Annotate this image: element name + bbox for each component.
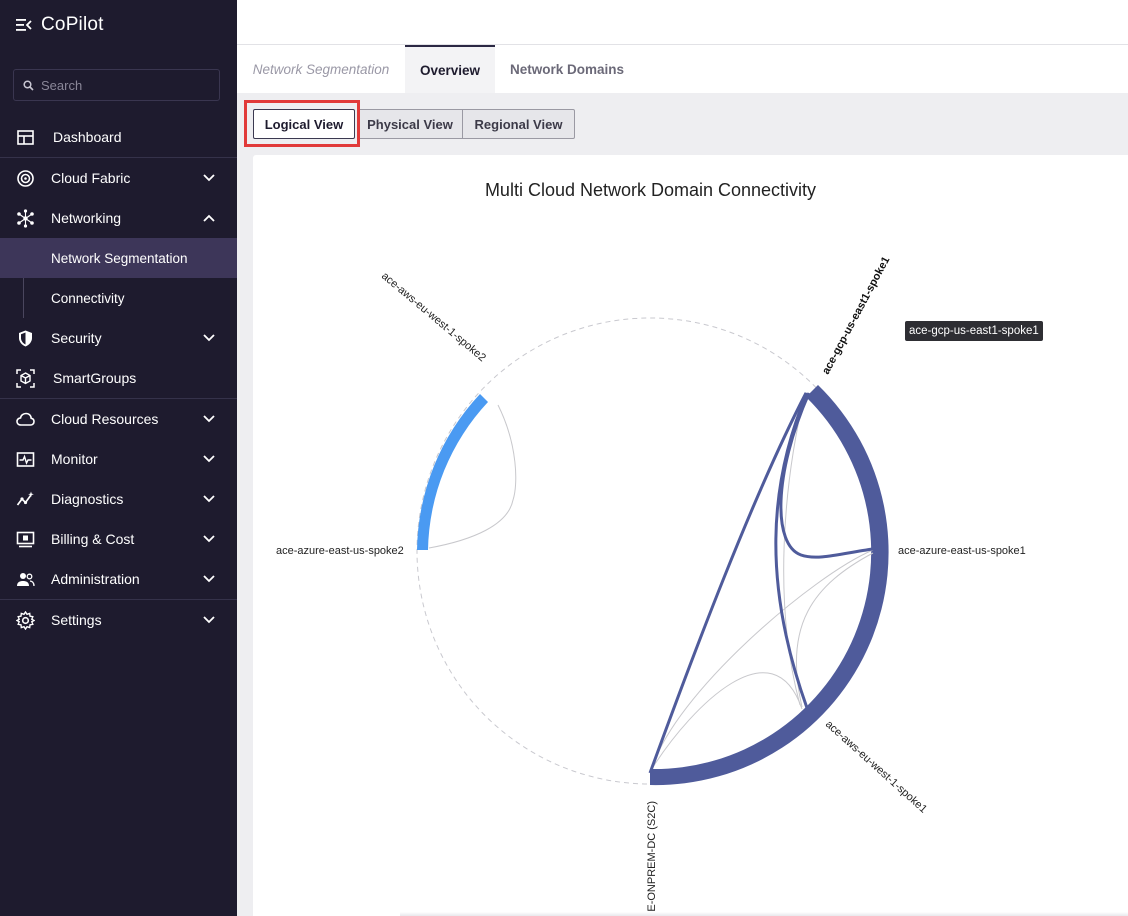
tab-label: Overview <box>419 62 481 78</box>
sidebar-item-dashboard[interactable]: Dashboard <box>0 117 237 157</box>
cloud-fabric-icon <box>17 169 34 187</box>
networking-icon <box>17 208 34 228</box>
sidebar-item-label: Administration <box>51 571 140 587</box>
node-label-onprem-dc: ACE-ONPREM-DC (S2C) <box>646 801 658 916</box>
chevron-down-icon <box>203 455 215 463</box>
tab-label: Network Domains <box>509 61 625 77</box>
billing-icon <box>16 531 35 547</box>
monitor-icon <box>16 451 35 467</box>
chevron-down-icon <box>203 575 215 583</box>
chevron-up-icon <box>203 214 215 222</box>
diagnostics-icon <box>16 491 34 506</box>
chord-link-thin <box>652 672 803 768</box>
sidebar-subitem-label: Connectivity <box>51 290 125 306</box>
sidebar-item-diagnostics[interactable]: Diagnostics <box>0 479 237 519</box>
chevron-down-icon <box>203 415 215 423</box>
top-bar <box>237 0 1128 45</box>
search-placeholder: Search <box>41 77 83 93</box>
node-label-azure-east-us-spoke1: ace-azure-east-us-spoke1 <box>898 545 1026 557</box>
bottom-edge <box>400 912 1128 916</box>
sidebar-item-label: Settings <box>51 612 102 628</box>
app-title: CoPilot <box>41 14 104 35</box>
regional-view-button[interactable]: Regional View <box>463 109 575 139</box>
sidebar-item-networking[interactable]: Networking <box>0 198 237 238</box>
sidebar-item-smartgroups[interactable]: SmartGroups <box>0 358 237 398</box>
chevron-down-icon <box>203 334 215 342</box>
sidebar-item-cloud-resources[interactable]: Cloud Resources <box>0 399 237 439</box>
sidebar-subitem-network-segmentation[interactable]: Network Segmentation <box>0 238 237 278</box>
chevron-down-icon <box>203 495 215 503</box>
sidebar-item-security[interactable]: Security <box>0 318 237 358</box>
sidebar-item-label: Networking <box>51 210 122 226</box>
chord-link-group1 <box>428 404 517 549</box>
sidebar-item-label: Cloud Fabric <box>51 170 131 186</box>
tab-network-domains[interactable]: Network Domains <box>495 45 639 93</box>
sidebar-item-label: Security <box>51 330 102 346</box>
sidebar-item-label: Monitor <box>51 451 98 467</box>
tab-bar: Network Segmentation Overview Network Do… <box>237 45 1128 93</box>
users-icon <box>17 572 35 586</box>
chevron-down-icon <box>203 174 215 182</box>
node-label-aws-eu-west-1-spoke2: ace-aws-eu-west-1-spoke2 <box>379 270 488 364</box>
gear-icon <box>16 610 35 630</box>
chord-arc-aws-eu-west-1-spoke2[interactable] <box>417 394 488 550</box>
cloud-icon <box>16 412 35 426</box>
chord-link-thin <box>783 392 806 706</box>
dashboard-icon <box>17 129 34 145</box>
sidebar-item-billing-cost[interactable]: Billing & Cost <box>0 519 237 559</box>
sidebar-item-label: Cloud Resources <box>51 411 159 427</box>
node-label-gcp-us-east1-spoke1: ace-gcp-us-east1-spoke1 <box>820 255 892 377</box>
breadcrumb-label: Network Segmentation <box>252 61 390 77</box>
node-label-aws-eu-west-1-spoke1: ace-aws-eu-west-1-spoke1 <box>823 718 929 815</box>
smartgroups-icon <box>16 368 35 388</box>
search-input[interactable]: Search <box>13 69 220 101</box>
brand: CoPilot <box>16 14 104 36</box>
sidebar-item-label: Billing & Cost <box>51 531 135 547</box>
sidebar-item-administration[interactable]: Administration <box>0 559 237 599</box>
chord-diagram: ace-aws-eu-west-1-spoke2 ace-azure-east-… <box>276 255 1026 916</box>
sidebar-subitem-label: Network Segmentation <box>51 250 188 266</box>
sidebar-item-label: Diagnostics <box>51 491 124 507</box>
chart-tooltip: ace-gcp-us-east1-spoke1 <box>905 321 1043 341</box>
sidebar-item-settings[interactable]: Settings <box>0 600 237 640</box>
tab-overview[interactable]: Overview <box>405 45 495 93</box>
sidebar: CoPilot Search Dashboard Cloud Fabric Ne… <box>0 0 237 916</box>
sidebar-subitem-connectivity[interactable]: Connectivity <box>0 278 237 318</box>
shield-icon <box>19 330 32 346</box>
sidebar-item-label: Dashboard <box>53 129 122 145</box>
collapse-menu-icon[interactable] <box>16 18 32 32</box>
sidebar-item-label: SmartGroups <box>53 370 137 386</box>
sidebar-item-monitor[interactable]: Monitor <box>0 439 237 479</box>
chevron-down-icon <box>203 616 215 624</box>
sidebar-item-cloud-fabric[interactable]: Cloud Fabric <box>0 158 237 198</box>
search-icon <box>23 79 34 91</box>
chord-link-thick <box>648 392 808 774</box>
highlight-box <box>244 100 360 147</box>
physical-view-button[interactable]: Physical View <box>357 109 463 139</box>
node-label-azure-east-us-spoke2: ace-azure-east-us-spoke2 <box>276 545 404 557</box>
breadcrumb[interactable]: Network Segmentation <box>237 45 405 93</box>
chevron-down-icon <box>203 535 215 543</box>
chord-arc-group2[interactable] <box>650 385 889 786</box>
